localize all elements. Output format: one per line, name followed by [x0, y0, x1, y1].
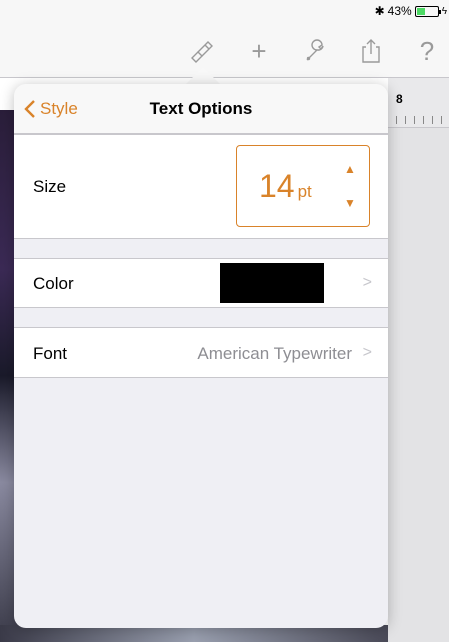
size-label: Size [33, 177, 67, 196]
bolt-icon: ϟ [441, 5, 447, 17]
chevron-right-icon: > [362, 344, 372, 361]
size-stepper[interactable]: 14 pt ▲ ▼ [236, 145, 370, 227]
ruler-ticks [396, 116, 449, 124]
increment-button[interactable]: ▲ [340, 160, 360, 178]
battery-percent: 43% [387, 4, 412, 18]
battery-icon [414, 5, 441, 17]
plus-icon[interactable]: + [244, 36, 274, 66]
size-unit: pt [297, 182, 312, 201]
status-bar: ✱ 43% ϟ [0, 0, 449, 22]
decrement-button[interactable]: ▼ [340, 194, 360, 212]
text-options-popover: Style Text Options Size 14 pt ▲ ▼ Color >… [14, 84, 388, 628]
popover-nav-bar: Style Text Options [14, 84, 388, 134]
color-label: Color [33, 274, 74, 293]
bluetooth-icon: ✱ [374, 4, 385, 18]
status-indicators: ✱ 43% ϟ [375, 4, 447, 18]
help-icon[interactable]: ? [412, 36, 442, 66]
font-value: American Typewriter [197, 344, 352, 363]
battery-level [416, 7, 426, 15]
font-label: Font [33, 344, 68, 363]
canvas-margin [388, 128, 449, 642]
ruler-number: 8 [396, 92, 403, 106]
size-row: Size 14 pt ▲ ▼ [14, 134, 388, 239]
color-swatch [220, 263, 324, 303]
share-icon[interactable] [356, 36, 386, 66]
popover-title: Text Options [149, 99, 253, 118]
wrench-icon[interactable] [300, 36, 330, 66]
color-row[interactable]: Color > [14, 258, 388, 308]
toolbar: + ? [0, 22, 449, 78]
ruler: 8 [388, 78, 449, 128]
chevron-right-icon: > [362, 274, 372, 291]
paintbrush-icon[interactable] [186, 36, 216, 66]
size-value: 14 pt [259, 168, 312, 204]
font-row[interactable]: Font American Typewriter > [14, 327, 388, 378]
